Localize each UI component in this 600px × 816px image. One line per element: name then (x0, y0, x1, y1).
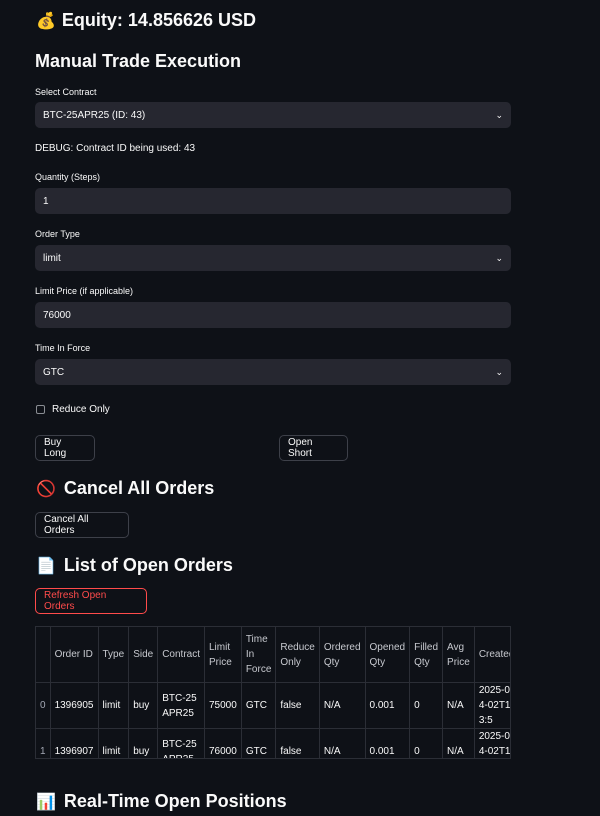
positions-heading: 📊 Real-Time Open Positions (36, 791, 287, 812)
refresh-open-orders-button[interactable]: Refresh Open Orders (35, 588, 147, 614)
table-cell: BTC-25APR25 (157, 682, 205, 729)
cancel-all-heading: 🚫 Cancel All Orders (36, 478, 214, 499)
table-cell: GTC (241, 728, 277, 758)
table-row[interactable]: 1 1396907 limit buy BTC-25APR25 76000 GT… (36, 728, 510, 758)
open-orders-title: List of Open Orders (63, 555, 233, 575)
table-cell: 0.001 (365, 728, 411, 758)
column-header[interactable]: Opened Qty (365, 627, 411, 683)
contract-select-value: BTC-25APR25 (ID: 43) (43, 109, 146, 121)
table-cell: 2025-04-02T13:5 (474, 728, 510, 758)
column-header[interactable]: Type (98, 627, 130, 683)
table-cell: false (275, 682, 320, 729)
column-header[interactable]: Order ID (50, 627, 99, 683)
table-cell: N/A (442, 728, 475, 758)
column-header[interactable]: Ordered Qty (319, 627, 366, 683)
manual-trade-title: Manual Trade Execution (35, 51, 242, 71)
table-cell: GTC (241, 682, 277, 729)
table-cell: limit (98, 728, 130, 758)
table-cell: 2025-04-02T13:5 (474, 682, 510, 729)
column-header[interactable]: Created (474, 627, 510, 683)
positions-title: Real-Time Open Positions (63, 791, 287, 811)
order-type-label: Order Type (35, 229, 80, 239)
column-header[interactable]: Filled Qty (409, 627, 444, 683)
table-cell: 76000 (204, 728, 242, 758)
cancel-all-title: Cancel All Orders (63, 478, 215, 498)
cancel-all-orders-button[interactable]: Cancel All Orders (35, 512, 129, 538)
limit-price-value: 76000 (43, 309, 71, 321)
table-header-row: Order ID Type Side Contract Limit Price … (36, 627, 510, 683)
chevron-down-icon: ⌄ (495, 366, 503, 377)
equity-heading: 💰 Equity: 14.856626 USD (36, 10, 256, 31)
table-cell: limit (98, 682, 130, 729)
debug-text: DEBUG: Contract ID being used: 43 (35, 143, 196, 154)
bar-chart-icon: 📊 (36, 793, 56, 811)
table-cell: N/A (319, 728, 366, 758)
column-header[interactable]: Contract (157, 627, 205, 683)
table-cell: false (275, 728, 320, 758)
table-cell: 0 (409, 682, 444, 729)
limit-price-input[interactable]: 76000 (35, 302, 511, 328)
table-cell: N/A (319, 682, 366, 729)
table-cell: buy (128, 682, 159, 729)
order-type-value: limit (43, 252, 61, 264)
row-index: 1 (36, 728, 51, 758)
open-orders-table[interactable]: Order ID Type Side Contract Limit Price … (35, 626, 511, 759)
limit-price-label: Limit Price (if applicable) (35, 286, 134, 296)
tif-label: Time In Force (35, 343, 91, 353)
column-header[interactable]: Avg Price (442, 627, 475, 683)
tif-select[interactable]: GTC ⌄ (35, 359, 511, 385)
checkbox-box[interactable] (36, 405, 45, 414)
column-header[interactable]: Side (128, 627, 159, 683)
prohibited-icon: 🚫 (36, 480, 56, 498)
table-cell: BTC-25APR25 (157, 728, 205, 758)
table-cell: 0 (409, 728, 444, 758)
order-type-select[interactable]: limit ⌄ (35, 245, 511, 271)
contract-label: Select Contract (35, 87, 97, 97)
tif-value: GTC (43, 366, 65, 378)
column-header[interactable]: Reduce Only (275, 627, 320, 683)
chevron-down-icon: ⌄ (495, 252, 503, 263)
reduce-only-label: Reduce Only (52, 404, 110, 415)
equity-text: Equity: 14.856626 USD (61, 10, 257, 30)
column-header[interactable] (36, 627, 51, 683)
column-header[interactable]: Time In Force (241, 627, 277, 683)
chevron-down-icon: ⌄ (495, 109, 503, 120)
table-cell: 0.001 (365, 682, 411, 729)
table-cell: 1396905 (50, 682, 99, 729)
reduce-only-checkbox[interactable]: Reduce Only (36, 404, 110, 415)
table-cell: 75000 (204, 682, 242, 729)
quantity-value: 1 (43, 195, 49, 207)
buy-long-button[interactable]: Buy Long (35, 435, 95, 461)
table-row[interactable]: 0 1396905 limit buy BTC-25APR25 75000 GT… (36, 682, 510, 729)
open-orders-heading: 📄 List of Open Orders (36, 555, 233, 576)
contract-select[interactable]: BTC-25APR25 (ID: 43) ⌄ (35, 102, 511, 128)
row-index: 0 (36, 682, 51, 729)
document-icon: 📄 (36, 557, 56, 575)
quantity-label: Quantity (Steps) (35, 172, 101, 182)
quantity-input[interactable]: 1 (35, 188, 511, 214)
table-cell: buy (128, 728, 159, 758)
table-cell: N/A (442, 682, 475, 729)
column-header[interactable]: Limit Price (204, 627, 242, 683)
open-short-button[interactable]: Open Short (279, 435, 348, 461)
table-cell: 1396907 (50, 728, 99, 758)
money-bag-icon: 💰 (36, 12, 56, 30)
